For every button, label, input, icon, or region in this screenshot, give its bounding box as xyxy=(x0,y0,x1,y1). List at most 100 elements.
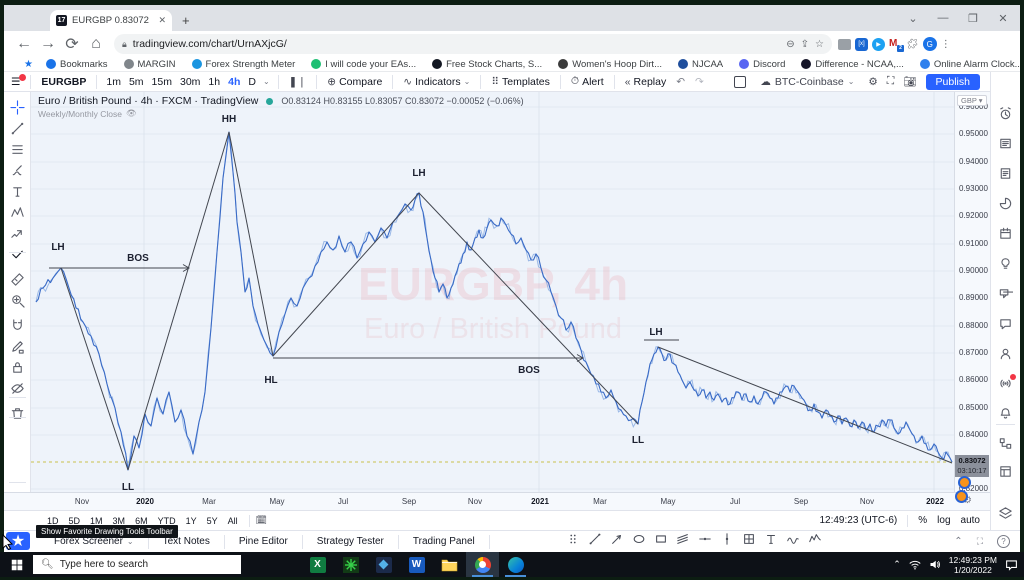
range-5d[interactable]: 5D xyxy=(64,516,86,526)
publish-button[interactable]: Publish xyxy=(925,73,980,90)
snapshot-camera-icon[interactable]: 📷︎ xyxy=(903,75,916,88)
taskbar-app-word[interactable]: W xyxy=(400,552,433,577)
timeframe-D[interactable]: D xyxy=(244,76,260,88)
start-button[interactable] xyxy=(0,552,33,577)
rectangle-icon[interactable] xyxy=(654,532,668,546)
wave-curve-icon[interactable] xyxy=(786,532,800,546)
screenshot-extension-icon[interactable] xyxy=(838,38,851,50)
timeframe-1m[interactable]: 1m xyxy=(102,76,125,88)
range-6m[interactable]: 6M xyxy=(130,516,153,526)
replay-button[interactable]: «Replay xyxy=(620,76,672,88)
hide-all-icon[interactable] xyxy=(10,381,25,396)
tab-pine-editor[interactable]: Pine Editor xyxy=(225,534,303,549)
pie-timer-icon[interactable] xyxy=(998,196,1013,211)
forward-icon[interactable]: → xyxy=(36,33,60,55)
chat-rooms-icon[interactable] xyxy=(998,286,1013,301)
action-center-icon[interactable] xyxy=(1005,559,1018,571)
support-icon[interactable] xyxy=(998,346,1013,361)
fullscreen-icon[interactable]: ⛶ xyxy=(887,75,894,88)
bookmark-item[interactable]: Discord xyxy=(739,59,785,70)
indicators-button[interactable]: ∿ Indicators ⌄ xyxy=(398,76,475,88)
symbol-search-button[interactable]: EURGBP xyxy=(36,76,91,88)
url-text[interactable]: tradingview.com/chart/UrnAXjcG/ xyxy=(133,38,780,50)
tab-search-icon[interactable]: ⌄ xyxy=(898,5,928,31)
crosshair-icon[interactable] xyxy=(10,100,25,115)
timeframe-30m[interactable]: 30m xyxy=(176,76,204,88)
timeframe-5m[interactable]: 5m xyxy=(125,76,148,88)
bookmark-item[interactable]: Free Stock Charts, S... xyxy=(432,59,542,70)
xabcd-pattern-icon[interactable] xyxy=(10,205,25,220)
timeframe-4h[interactable]: 4h xyxy=(224,76,244,88)
help-question-icon[interactable]: ? xyxy=(997,535,1010,548)
bookmark-item[interactable]: Bookmarks xyxy=(46,59,108,70)
chart-style-icon[interactable]: ❚❘ xyxy=(284,76,312,88)
range-3m[interactable]: 3M xyxy=(108,516,131,526)
zoom-out-icon[interactable]: ⊖ xyxy=(786,39,794,50)
panel-fullscreen-icon[interactable]: ⛶ xyxy=(977,536,983,547)
tv-menu-icon[interactable]: ☰ xyxy=(6,73,27,88)
window-minimize-button[interactable]: — xyxy=(928,5,958,31)
broker-badge-1[interactable] xyxy=(958,476,971,489)
trend-line-icon[interactable] xyxy=(10,121,25,136)
notifications-bell-icon[interactable] xyxy=(998,406,1013,421)
alert-button[interactable]: ⏱︎ Alert xyxy=(566,75,609,88)
timeframe-caret-icon[interactable]: ⌄ xyxy=(260,77,273,86)
back-icon[interactable]: ← xyxy=(12,33,36,55)
bookmark-item[interactable]: NJCAA xyxy=(678,59,723,70)
reload-icon[interactable]: ⟳ xyxy=(60,33,84,55)
collapse-panel-chevron-icon[interactable]: ⌃ xyxy=(954,536,962,547)
home-icon[interactable]: ⌂ xyxy=(84,33,108,55)
text-tool-icon[interactable] xyxy=(10,184,25,199)
bookmark-item[interactable]: Forex Strength Meter xyxy=(191,59,295,70)
volume-icon[interactable] xyxy=(929,559,941,570)
tab-close-icon[interactable]: ✕ xyxy=(158,15,166,26)
chart-settings-gear-icon[interactable]: ⚙︎ xyxy=(868,76,877,88)
clock-timestamp[interactable]: 12:49:23 (UTC-6) xyxy=(819,515,897,526)
parallel-channel-icon[interactable] xyxy=(676,532,690,546)
broker-badge-2[interactable] xyxy=(955,490,968,503)
range-all[interactable]: All xyxy=(223,516,243,526)
cloud-layout-button[interactable]: ☁︎ BTC-Coinbase ⌄ xyxy=(755,76,859,88)
arrow-line-icon[interactable] xyxy=(610,532,624,546)
video-extension-icon[interactable]: ▶ xyxy=(872,37,885,51)
wifi-icon[interactable] xyxy=(909,560,921,570)
economic-calendar-icon[interactable] xyxy=(998,226,1013,241)
browser-tab[interactable]: 17 EURGBP 0.83072 ▼ −0.28% BTC- ✕ xyxy=(50,10,172,31)
horizontal-line-icon[interactable] xyxy=(698,532,712,546)
trend-line-icon[interactable] xyxy=(588,532,602,546)
taskbar-search-box[interactable]: 🔍︎ Type here to search xyxy=(33,555,241,574)
m2-extension-icon[interactable]: M2 xyxy=(889,38,904,52)
chart-legend[interactable]: Euro / British Pound · 4h · FXCM · Tradi… xyxy=(38,95,524,107)
taskbar-app-photos-dark[interactable] xyxy=(367,552,400,577)
trash-icon[interactable] xyxy=(10,406,25,421)
lock-all-icon[interactable] xyxy=(10,360,25,375)
bookmark-item[interactable]: Online Alarm Clock... xyxy=(919,59,1023,70)
scale-%[interactable]: % xyxy=(918,515,927,526)
ellipse-icon[interactable] xyxy=(632,532,646,546)
timeframe-15m[interactable]: 15m xyxy=(148,76,176,88)
price-axis[interactable]: 0.96000 0.95000 0.94000 0.93000 0.92000 0.910… xyxy=(954,92,990,493)
private-chat-icon[interactable] xyxy=(998,316,1013,331)
fib-grid-icon[interactable] xyxy=(742,532,756,546)
taskbar-app-file-explorer[interactable] xyxy=(433,552,466,577)
taskbar-app-chrome[interactable] xyxy=(466,552,499,577)
padlock-icon[interactable]: 🔒︎ xyxy=(122,39,127,50)
taskbar-app-excel[interactable]: X xyxy=(301,552,334,577)
chrome-menu-icon[interactable]: ⋮ xyxy=(941,39,951,50)
fib-retracement-icon[interactable] xyxy=(10,142,25,157)
extensions-puzzle-icon[interactable]: 🧩︎ xyxy=(906,39,919,50)
data-window-icon[interactable] xyxy=(998,464,1013,479)
forecast-icon[interactable] xyxy=(10,226,25,241)
redo-icon[interactable]: ↷ xyxy=(690,76,709,88)
timeframe-1h[interactable]: 1h xyxy=(204,76,224,88)
favorites-check-icon[interactable] xyxy=(10,247,25,262)
taskbar-app-sharex[interactable] xyxy=(334,552,367,577)
scale-auto[interactable]: auto xyxy=(961,515,980,526)
object-tree-icon[interactable] xyxy=(998,436,1013,451)
range-1d[interactable]: 1D xyxy=(42,516,64,526)
range-ytd[interactable]: YTD xyxy=(153,516,181,526)
text-notes-icon[interactable] xyxy=(998,166,1013,181)
goto-date-icon[interactable]: 🗓︎ xyxy=(256,515,267,526)
tray-clock[interactable]: 12:49:23 PM 1/20/2022 xyxy=(949,555,997,575)
eye-hidden-icon[interactable]: 👁︎ xyxy=(126,108,137,119)
